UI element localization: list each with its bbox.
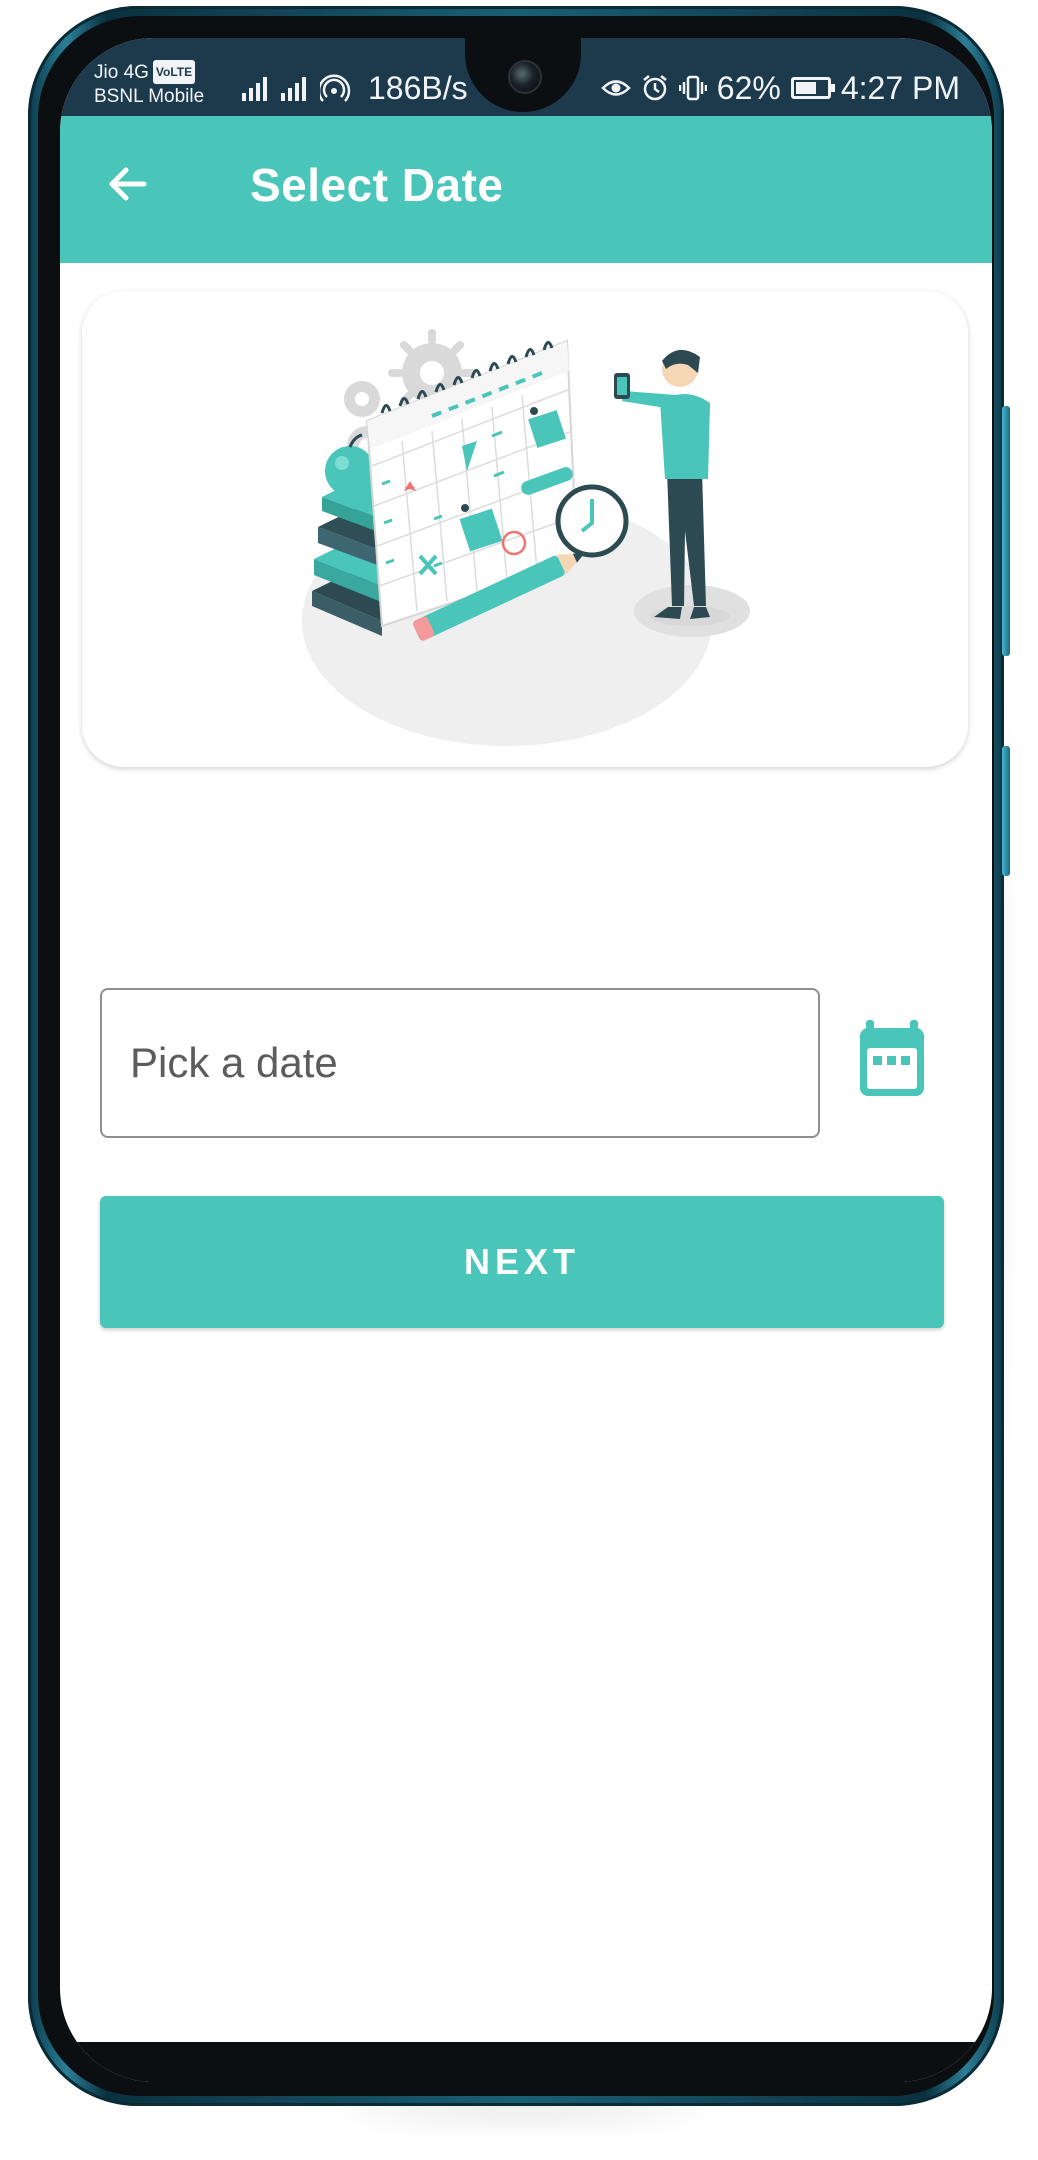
calendar-icon xyxy=(860,1020,924,1096)
phone-bezel: Jio 4G VoLTE BSNL Mobile 186B/s 62% 4:27… xyxy=(38,16,994,2096)
app-bar: Select Date xyxy=(60,116,992,263)
battery-icon xyxy=(790,77,835,99)
calendar-button[interactable] xyxy=(856,1016,928,1102)
carrier-secondary: BSNL Mobile xyxy=(94,86,205,107)
calendar-illustration xyxy=(302,329,750,746)
carrier-primary: Jio 4G xyxy=(94,62,149,83)
network-speed: 186B/s xyxy=(368,69,468,106)
clock: 4:27 PM xyxy=(840,69,960,106)
signal-icon xyxy=(281,75,306,101)
carrier-info: Jio 4G VoLTE BSNL Mobile xyxy=(94,60,204,109)
front-camera xyxy=(508,60,542,94)
power-button xyxy=(1002,746,1010,876)
arrow-back-icon xyxy=(109,167,147,201)
page-title: Select Date xyxy=(250,159,504,211)
system-icons: 62% 4:27 PM xyxy=(601,68,960,108)
screen: Jio 4G VoLTE BSNL Mobile 186B/s 62% 4:27… xyxy=(60,38,992,2082)
volte-badge: VoLTE xyxy=(152,60,196,84)
date-input[interactable] xyxy=(102,990,818,1136)
alarm-icon xyxy=(643,75,667,101)
battery-percent: 62% xyxy=(716,69,781,106)
network-icons: 186B/s xyxy=(242,68,468,108)
signal-icon xyxy=(242,75,267,101)
eye-comfort-icon xyxy=(601,80,631,96)
back-button[interactable] xyxy=(96,152,160,216)
phone-frame: Jio 4G VoLTE BSNL Mobile 186B/s 62% 4:27… xyxy=(28,6,1010,2106)
hotspot-icon xyxy=(320,74,351,102)
volume-button xyxy=(1002,406,1010,656)
next-button[interactable]: NEXT xyxy=(100,1196,944,1328)
bottom-bezel xyxy=(60,2042,992,2082)
date-field[interactable] xyxy=(100,988,820,1138)
vibrate-icon xyxy=(678,75,707,101)
device-mockup: Jio 4G VoLTE BSNL Mobile 186B/s 62% 4:27… xyxy=(0,0,1038,2160)
illustration-card xyxy=(82,291,968,767)
